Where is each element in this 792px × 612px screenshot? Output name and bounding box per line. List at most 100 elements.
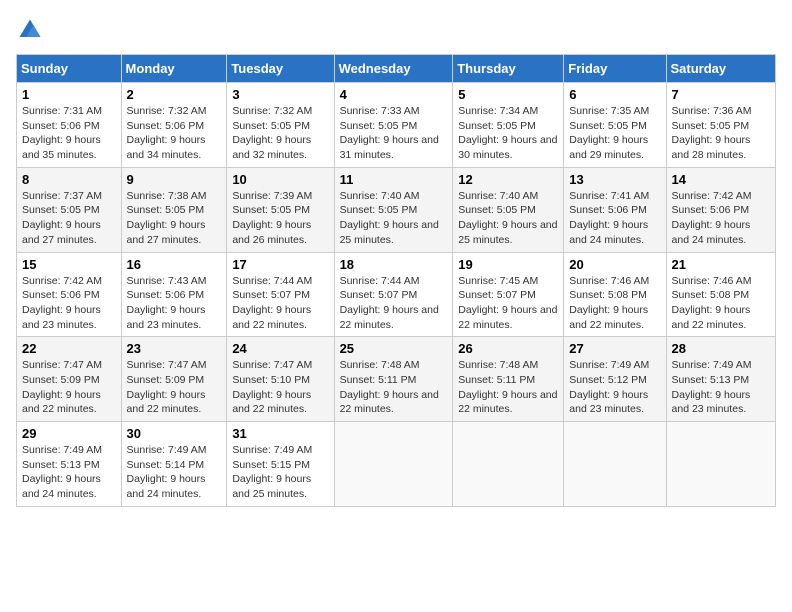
calendar-day-cell: 1 Sunrise: 7:31 AM Sunset: 5:06 PM Dayli… [17,83,122,168]
day-number: 1 [22,87,116,102]
calendar-day-cell: 19 Sunrise: 7:45 AM Sunset: 5:07 PM Dayl… [453,252,564,337]
calendar-day-cell [334,422,453,507]
calendar-day-cell [666,422,775,507]
calendar-body: 1 Sunrise: 7:31 AM Sunset: 5:06 PM Dayli… [17,83,776,507]
day-info: Sunrise: 7:43 AM Sunset: 5:06 PM Dayligh… [127,274,222,333]
weekday-header: Wednesday [334,55,453,83]
day-info: Sunrise: 7:42 AM Sunset: 5:06 PM Dayligh… [672,189,770,248]
calendar-day-cell: 4 Sunrise: 7:33 AM Sunset: 5:05 PM Dayli… [334,83,453,168]
weekday-header: Saturday [666,55,775,83]
calendar-day-cell: 24 Sunrise: 7:47 AM Sunset: 5:10 PM Dayl… [227,337,334,422]
day-number: 21 [672,257,770,272]
day-info: Sunrise: 7:49 AM Sunset: 5:14 PM Dayligh… [127,443,222,502]
day-number: 15 [22,257,116,272]
day-info: Sunrise: 7:48 AM Sunset: 5:11 PM Dayligh… [340,358,448,417]
day-number: 18 [340,257,448,272]
day-info: Sunrise: 7:32 AM Sunset: 5:06 PM Dayligh… [127,104,222,163]
day-number: 13 [569,172,660,187]
day-number: 8 [22,172,116,187]
calendar-table: SundayMondayTuesdayWednesdayThursdayFrid… [16,54,776,507]
logo [16,16,48,44]
day-info: Sunrise: 7:49 AM Sunset: 5:13 PM Dayligh… [22,443,116,502]
calendar-day-cell [453,422,564,507]
day-info: Sunrise: 7:45 AM Sunset: 5:07 PM Dayligh… [458,274,558,333]
day-number: 16 [127,257,222,272]
day-info: Sunrise: 7:47 AM Sunset: 5:09 PM Dayligh… [22,358,116,417]
calendar-day-cell: 13 Sunrise: 7:41 AM Sunset: 5:06 PM Dayl… [564,167,666,252]
day-info: Sunrise: 7:31 AM Sunset: 5:06 PM Dayligh… [22,104,116,163]
day-number: 25 [340,341,448,356]
day-number: 31 [232,426,328,441]
day-number: 26 [458,341,558,356]
calendar-week-row: 8 Sunrise: 7:37 AM Sunset: 5:05 PM Dayli… [17,167,776,252]
day-info: Sunrise: 7:36 AM Sunset: 5:05 PM Dayligh… [672,104,770,163]
calendar-day-cell: 3 Sunrise: 7:32 AM Sunset: 5:05 PM Dayli… [227,83,334,168]
calendar-day-cell: 23 Sunrise: 7:47 AM Sunset: 5:09 PM Dayl… [121,337,227,422]
calendar-day-cell: 21 Sunrise: 7:46 AM Sunset: 5:08 PM Dayl… [666,252,775,337]
day-info: Sunrise: 7:47 AM Sunset: 5:09 PM Dayligh… [127,358,222,417]
day-number: 6 [569,87,660,102]
day-info: Sunrise: 7:49 AM Sunset: 5:15 PM Dayligh… [232,443,328,502]
day-number: 4 [340,87,448,102]
weekday-header: Thursday [453,55,564,83]
day-info: Sunrise: 7:48 AM Sunset: 5:11 PM Dayligh… [458,358,558,417]
day-number: 5 [458,87,558,102]
calendar-day-cell: 5 Sunrise: 7:34 AM Sunset: 5:05 PM Dayli… [453,83,564,168]
calendar-day-cell: 16 Sunrise: 7:43 AM Sunset: 5:06 PM Dayl… [121,252,227,337]
weekday-header: Friday [564,55,666,83]
day-info: Sunrise: 7:38 AM Sunset: 5:05 PM Dayligh… [127,189,222,248]
day-number: 19 [458,257,558,272]
day-number: 9 [127,172,222,187]
calendar-week-row: 1 Sunrise: 7:31 AM Sunset: 5:06 PM Dayli… [17,83,776,168]
weekday-header: Tuesday [227,55,334,83]
day-info: Sunrise: 7:37 AM Sunset: 5:05 PM Dayligh… [22,189,116,248]
day-info: Sunrise: 7:49 AM Sunset: 5:12 PM Dayligh… [569,358,660,417]
header [16,16,776,44]
day-number: 11 [340,172,448,187]
calendar-day-cell: 7 Sunrise: 7:36 AM Sunset: 5:05 PM Dayli… [666,83,775,168]
calendar-day-cell: 27 Sunrise: 7:49 AM Sunset: 5:12 PM Dayl… [564,337,666,422]
day-info: Sunrise: 7:46 AM Sunset: 5:08 PM Dayligh… [672,274,770,333]
calendar-week-row: 29 Sunrise: 7:49 AM Sunset: 5:13 PM Dayl… [17,422,776,507]
calendar-day-cell: 9 Sunrise: 7:38 AM Sunset: 5:05 PM Dayli… [121,167,227,252]
calendar-day-cell: 26 Sunrise: 7:48 AM Sunset: 5:11 PM Dayl… [453,337,564,422]
day-info: Sunrise: 7:44 AM Sunset: 5:07 PM Dayligh… [340,274,448,333]
day-info: Sunrise: 7:40 AM Sunset: 5:05 PM Dayligh… [458,189,558,248]
day-number: 7 [672,87,770,102]
calendar-day-cell: 22 Sunrise: 7:47 AM Sunset: 5:09 PM Dayl… [17,337,122,422]
day-info: Sunrise: 7:40 AM Sunset: 5:05 PM Dayligh… [340,189,448,248]
calendar-day-cell: 15 Sunrise: 7:42 AM Sunset: 5:06 PM Dayl… [17,252,122,337]
calendar-week-row: 15 Sunrise: 7:42 AM Sunset: 5:06 PM Dayl… [17,252,776,337]
day-info: Sunrise: 7:47 AM Sunset: 5:10 PM Dayligh… [232,358,328,417]
day-number: 29 [22,426,116,441]
day-number: 30 [127,426,222,441]
day-number: 23 [127,341,222,356]
day-info: Sunrise: 7:32 AM Sunset: 5:05 PM Dayligh… [232,104,328,163]
calendar-day-cell: 18 Sunrise: 7:44 AM Sunset: 5:07 PM Dayl… [334,252,453,337]
day-info: Sunrise: 7:33 AM Sunset: 5:05 PM Dayligh… [340,104,448,163]
calendar-day-cell: 31 Sunrise: 7:49 AM Sunset: 5:15 PM Dayl… [227,422,334,507]
day-info: Sunrise: 7:46 AM Sunset: 5:08 PM Dayligh… [569,274,660,333]
calendar-week-row: 22 Sunrise: 7:47 AM Sunset: 5:09 PM Dayl… [17,337,776,422]
calendar-day-cell: 10 Sunrise: 7:39 AM Sunset: 5:05 PM Dayl… [227,167,334,252]
day-info: Sunrise: 7:42 AM Sunset: 5:06 PM Dayligh… [22,274,116,333]
calendar-day-cell: 8 Sunrise: 7:37 AM Sunset: 5:05 PM Dayli… [17,167,122,252]
day-info: Sunrise: 7:34 AM Sunset: 5:05 PM Dayligh… [458,104,558,163]
calendar-day-cell: 20 Sunrise: 7:46 AM Sunset: 5:08 PM Dayl… [564,252,666,337]
day-info: Sunrise: 7:44 AM Sunset: 5:07 PM Dayligh… [232,274,328,333]
calendar-day-cell: 30 Sunrise: 7:49 AM Sunset: 5:14 PM Dayl… [121,422,227,507]
day-number: 22 [22,341,116,356]
day-number: 3 [232,87,328,102]
calendar-day-cell: 28 Sunrise: 7:49 AM Sunset: 5:13 PM Dayl… [666,337,775,422]
calendar-day-cell: 17 Sunrise: 7:44 AM Sunset: 5:07 PM Dayl… [227,252,334,337]
logo-icon [16,16,44,44]
day-number: 24 [232,341,328,356]
day-number: 14 [672,172,770,187]
calendar-day-cell: 12 Sunrise: 7:40 AM Sunset: 5:05 PM Dayl… [453,167,564,252]
day-number: 2 [127,87,222,102]
day-number: 28 [672,341,770,356]
calendar-day-cell: 11 Sunrise: 7:40 AM Sunset: 5:05 PM Dayl… [334,167,453,252]
day-info: Sunrise: 7:39 AM Sunset: 5:05 PM Dayligh… [232,189,328,248]
weekday-header: Monday [121,55,227,83]
calendar-day-cell: 29 Sunrise: 7:49 AM Sunset: 5:13 PM Dayl… [17,422,122,507]
